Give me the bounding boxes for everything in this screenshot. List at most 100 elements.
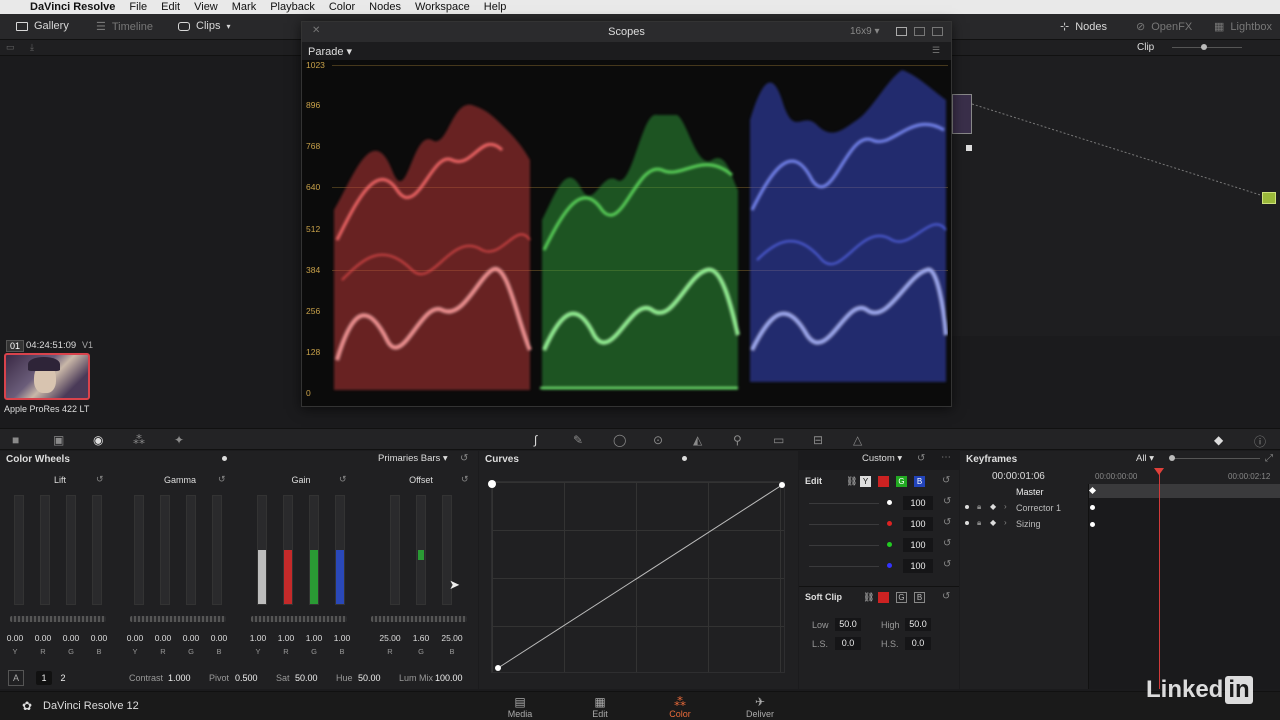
gamma-y-value[interactable]: 0.00 bbox=[122, 633, 148, 643]
page-dot-icon[interactable] bbox=[682, 456, 687, 461]
timeline-button[interactable]: ☰ Timeline bbox=[96, 20, 153, 34]
motion-effects-icon[interactable]: ✦ bbox=[174, 433, 184, 447]
keyframe-diamond-icon[interactable]: ◆ bbox=[990, 518, 996, 527]
a-mode-button[interactable]: A bbox=[8, 670, 24, 686]
menu-playback[interactable]: Playback bbox=[270, 1, 315, 13]
offset-g-value[interactable]: 1.60 bbox=[408, 633, 434, 643]
gain-g-bar[interactable] bbox=[309, 495, 319, 605]
tab-edit[interactable]: ▦ Edit bbox=[570, 695, 630, 719]
gamma-r-bar[interactable] bbox=[160, 495, 170, 605]
more-options-icon[interactable]: ⋯ bbox=[941, 452, 951, 463]
keyframes-filter-dropdown[interactable]: All ▾ bbox=[1136, 453, 1154, 464]
expand-chevron-icon[interactable]: › bbox=[1004, 518, 1007, 527]
channel-b-toggle[interactable]: B bbox=[914, 476, 925, 487]
channel-y-toggle[interactable]: Y bbox=[860, 476, 871, 487]
keyframe-tracks[interactable] bbox=[1088, 468, 1280, 689]
offset-r-bar[interactable] bbox=[390, 495, 400, 605]
expand-chevron-icon[interactable]: › bbox=[1004, 502, 1007, 511]
scopes-aspect-dropdown[interactable]: 16x9 ▾ bbox=[850, 26, 880, 37]
scope-mode-dropdown[interactable]: Parade ▾ bbox=[308, 45, 352, 58]
clip-mode-label[interactable]: Clip bbox=[1137, 42, 1154, 53]
reset-icon[interactable]: ↺ bbox=[942, 475, 950, 486]
reset-icon[interactable]: ↺ bbox=[943, 559, 951, 570]
gamma-g-value[interactable]: 0.00 bbox=[178, 633, 204, 643]
expand-icon[interactable]: ⤢ bbox=[1265, 453, 1273, 464]
gain-g-value[interactable]: 1.00 bbox=[301, 633, 327, 643]
tab-color[interactable]: ⁂ Color bbox=[650, 695, 710, 719]
lock-icon[interactable]: 🔒︎ bbox=[977, 502, 981, 512]
openfx-button[interactable]: ⊘ OpenFX bbox=[1136, 20, 1192, 34]
lift-r-bar[interactable] bbox=[40, 495, 50, 605]
curve-graph[interactable] bbox=[491, 481, 785, 673]
lift-r-value[interactable]: 0.00 bbox=[30, 633, 56, 643]
high-input[interactable]: 50.0 bbox=[905, 618, 931, 631]
gamma-r-value[interactable]: 0.00 bbox=[150, 633, 176, 643]
playhead[interactable] bbox=[1159, 468, 1160, 689]
gain-r-bar[interactable] bbox=[283, 495, 293, 605]
clip-thumbnail[interactable] bbox=[4, 353, 90, 400]
gain-y-bar[interactable] bbox=[257, 495, 267, 605]
qualifier-icon[interactable]: ✎ bbox=[573, 433, 583, 447]
menu-app-name[interactable]: DaVinci Resolve bbox=[30, 1, 115, 13]
settings-icon[interactable]: ☰ bbox=[932, 45, 940, 56]
primaries-mode-dropdown[interactable]: Primaries Bars ▾ bbox=[378, 453, 448, 464]
clips-button[interactable]: Clips ▾ bbox=[178, 20, 230, 32]
keyframe-zoom-slider[interactable] bbox=[1170, 458, 1260, 459]
keyframe-row-sizing[interactable]: 🔒︎ ◆ › Sizing bbox=[960, 517, 1088, 533]
color-match-icon[interactable]: ▣ bbox=[53, 433, 64, 447]
menu-view[interactable]: View bbox=[194, 1, 218, 13]
gain-b-value[interactable]: 1.00 bbox=[329, 633, 355, 643]
lummix-value[interactable]: 100.00 bbox=[435, 673, 463, 683]
gain-b-bar[interactable] bbox=[335, 495, 345, 605]
menu-color[interactable]: Color bbox=[329, 1, 355, 13]
sizing-keyframe[interactable] bbox=[1090, 522, 1095, 527]
tab-deliver[interactable]: ✈ Deliver bbox=[730, 695, 790, 719]
window-icon[interactable]: ◯ bbox=[613, 433, 626, 447]
color-wheels-icon[interactable]: ◉ bbox=[93, 433, 103, 447]
keyframe-zoom-handle[interactable] bbox=[1169, 455, 1175, 461]
offset-g-bar[interactable] bbox=[416, 495, 426, 605]
reset-icon[interactable]: ↺ bbox=[917, 453, 925, 464]
reset-icon[interactable]: ↺ bbox=[943, 538, 951, 549]
nodes-warning-icon[interactable]: △ bbox=[853, 433, 862, 447]
curves-icon[interactable]: ∫ bbox=[534, 433, 537, 447]
lift-b-bar[interactable] bbox=[92, 495, 102, 605]
gamma-b-value[interactable]: 0.00 bbox=[206, 633, 232, 643]
menu-workspace[interactable]: Workspace bbox=[415, 1, 470, 13]
single-view-icon[interactable] bbox=[896, 27, 907, 36]
gamma-master-jog[interactable] bbox=[130, 616, 226, 622]
lightbox-button[interactable]: ▦ Lightbox bbox=[1214, 20, 1272, 34]
gain-y-value[interactable]: 1.00 bbox=[245, 633, 271, 643]
reset-icon[interactable]: ↺ bbox=[942, 591, 950, 602]
corrector-keyframe[interactable] bbox=[1090, 505, 1095, 510]
lift-y-bar[interactable] bbox=[14, 495, 24, 605]
link-icon[interactable]: ⛓ bbox=[863, 592, 874, 603]
page-1-button[interactable]: 1 bbox=[36, 671, 52, 685]
menu-help[interactable]: Help bbox=[484, 1, 507, 13]
keyframe-row-master[interactable]: Master bbox=[960, 485, 1088, 501]
gamma-b-bar[interactable] bbox=[212, 495, 222, 605]
menu-mark[interactable]: Mark bbox=[232, 1, 256, 13]
r-intensity-input[interactable]: 100 bbox=[903, 517, 933, 531]
key-icon[interactable]: ⚲ bbox=[733, 433, 742, 447]
low-input[interactable]: 50.0 bbox=[835, 618, 861, 631]
info-icon[interactable]: ⓘ bbox=[1254, 433, 1266, 450]
dual-view-icon[interactable] bbox=[914, 27, 925, 36]
reset-icon[interactable]: ↺ bbox=[943, 496, 951, 507]
reset-icon[interactable]: ↺ bbox=[96, 474, 104, 485]
lock-icon[interactable]: 🔒︎ bbox=[977, 518, 981, 528]
nodes-button[interactable]: ⊹ Nodes bbox=[1060, 20, 1107, 34]
menu-edit[interactable]: Edit bbox=[161, 1, 180, 13]
page-2-button[interactable]: 2 bbox=[56, 671, 70, 685]
curves-mode-label[interactable]: Custom ▾ bbox=[862, 453, 902, 464]
offset-b-value[interactable]: 25.00 bbox=[439, 633, 465, 643]
gain-master-jog[interactable] bbox=[251, 616, 347, 622]
link-icon[interactable]: ⛓ bbox=[846, 476, 857, 487]
offset-master-jog[interactable] bbox=[371, 616, 467, 622]
camera-raw-icon[interactable]: ■ bbox=[12, 433, 19, 447]
reset-icon[interactable]: ↺ bbox=[339, 474, 347, 485]
tab-media[interactable]: ▤ Media bbox=[490, 695, 550, 719]
zoom-slider-handle[interactable] bbox=[1201, 44, 1207, 50]
sizing-icon[interactable]: ▭ bbox=[773, 433, 784, 447]
g-intensity-input[interactable]: 100 bbox=[903, 538, 933, 552]
